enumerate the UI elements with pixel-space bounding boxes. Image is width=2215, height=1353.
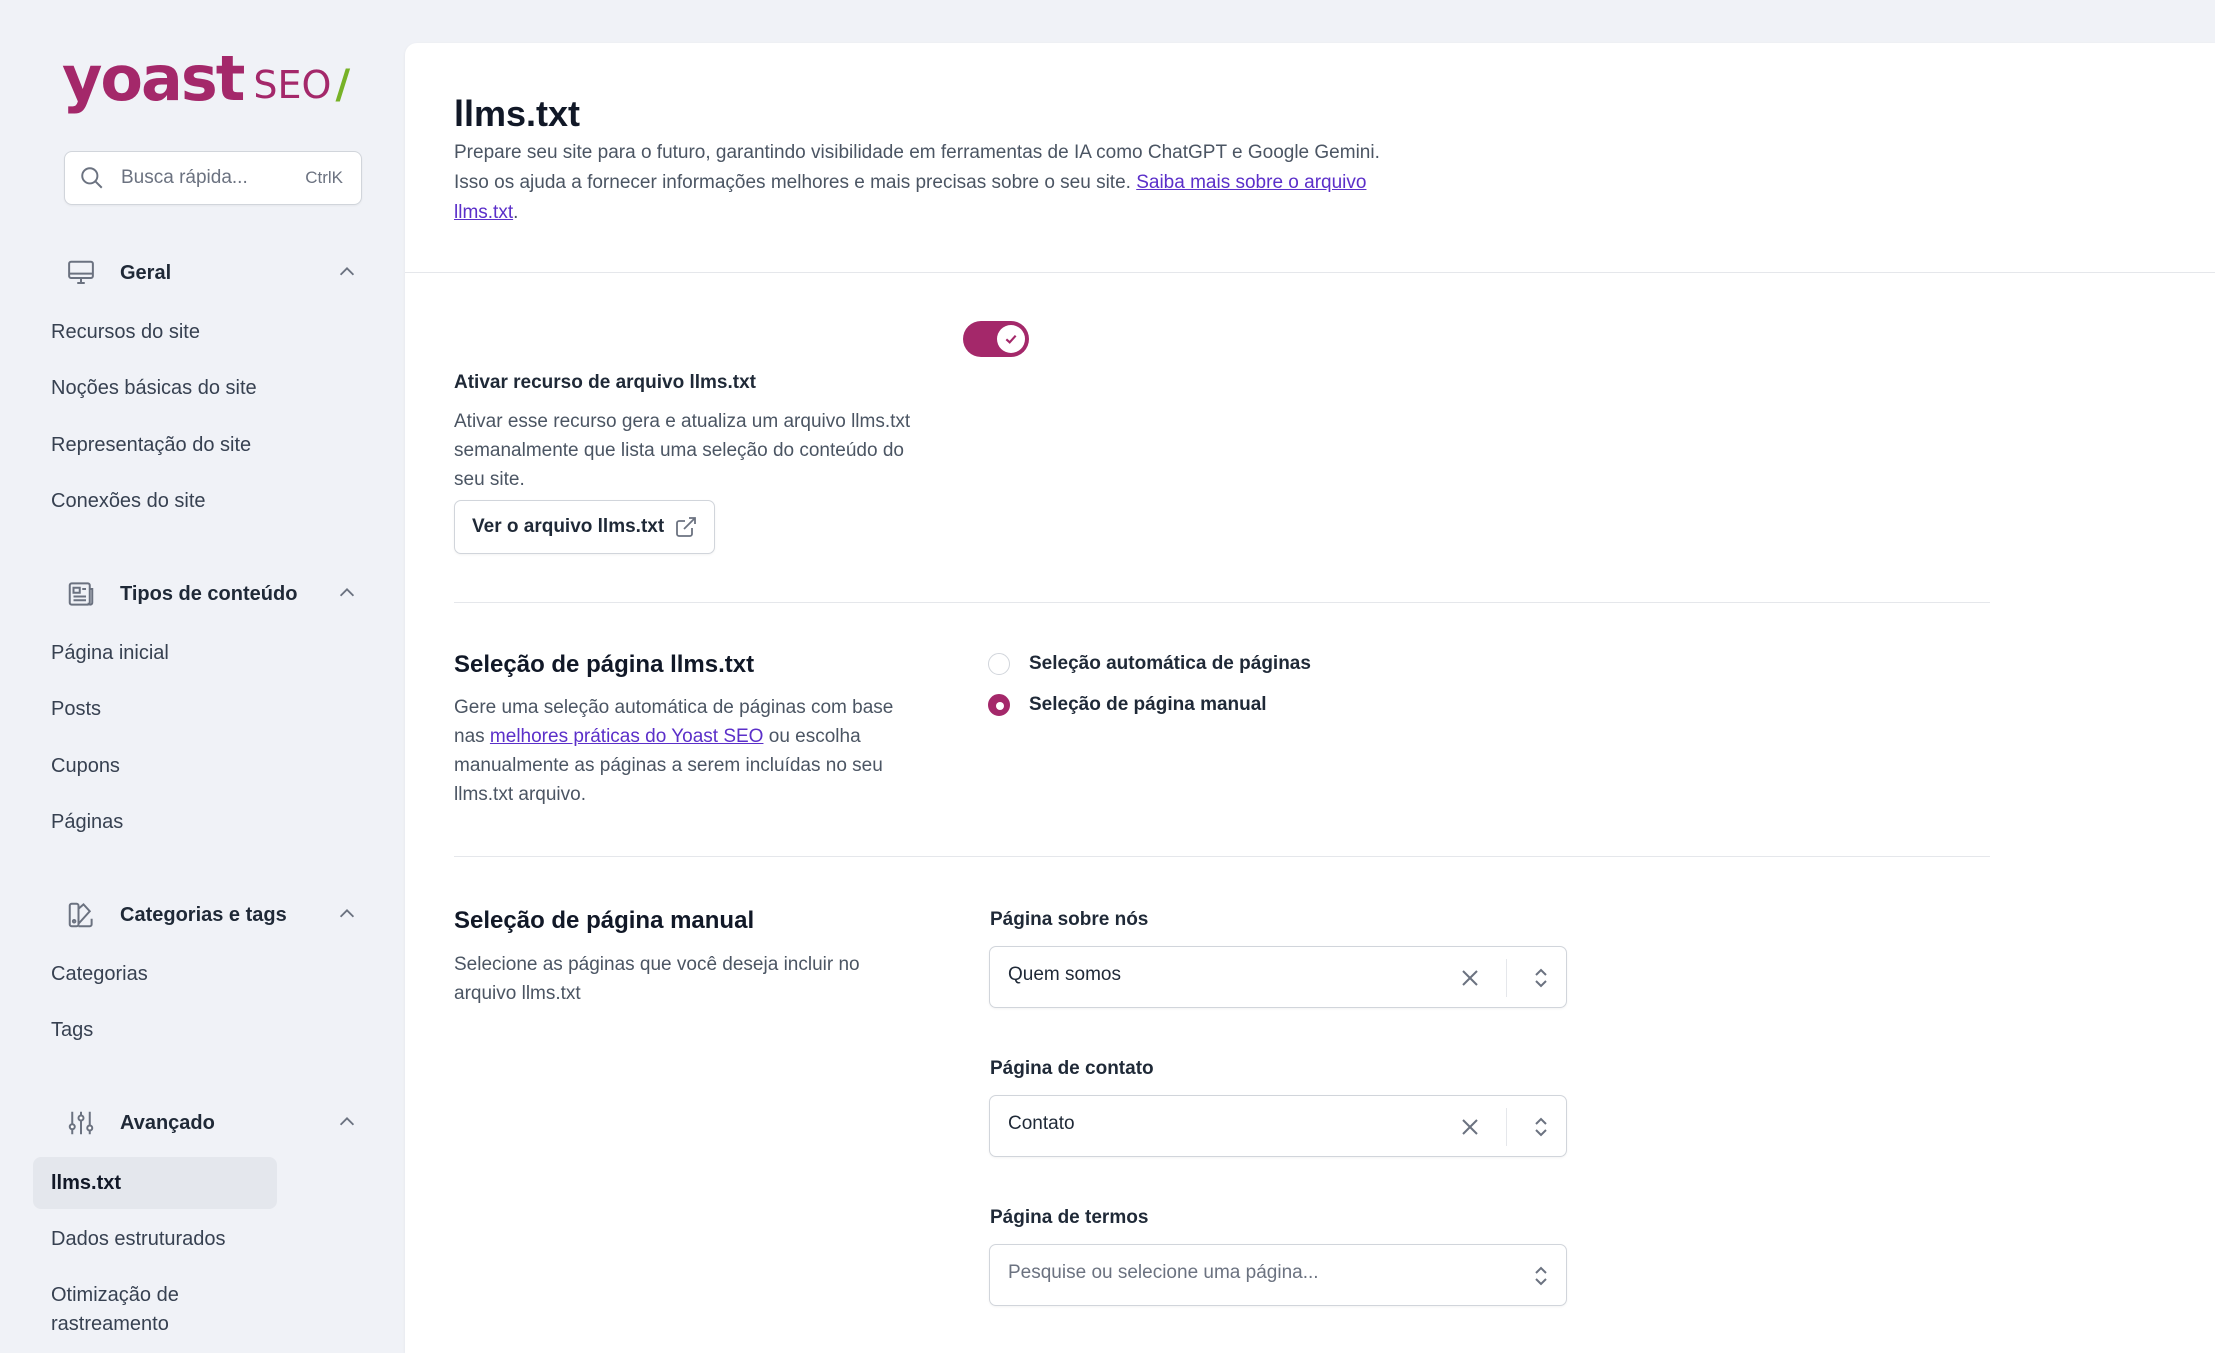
sidebar-item-paginas[interactable]: Páginas	[51, 808, 123, 837]
chevron-up-icon	[339, 588, 355, 597]
terms-page-label: Página de termos	[990, 1207, 1149, 1228]
terms-page-select[interactable]: Pesquise ou selecione uma página...	[989, 1244, 1567, 1306]
select-value: Quem somos	[1008, 964, 1121, 985]
llms-feature-toggle[interactable]	[963, 321, 1029, 357]
chevron-up-icon	[339, 909, 355, 918]
manual-selection-description: Selecione as páginas que você deseja inc…	[454, 954, 860, 1004]
clear-icon[interactable]	[1458, 966, 1482, 990]
nav-group-geral: Geral	[64, 253, 374, 293]
select-placeholder: Pesquise ou selecione uma página...	[1008, 1262, 1319, 1283]
nav-group-toggle-tipos[interactable]: Tipos de conteúdo	[64, 574, 374, 614]
tag-swatch-icon	[64, 898, 98, 932]
page-description-line1: Prepare seu site para o futuro, garantin…	[454, 142, 1380, 163]
nav-group-toggle-geral[interactable]: Geral	[64, 253, 374, 293]
sidebar-item-llms-txt[interactable]: llms.txt	[33, 1157, 277, 1209]
sidebar-item-nocoes-basicas[interactable]: Noções básicas do site	[51, 374, 257, 403]
search-placeholder: Busca rápida...	[121, 167, 248, 188]
yoast-seo-logo[interactable]: yoast SEO /	[62, 38, 350, 110]
radio-label: Seleção automática de páginas	[1029, 653, 1311, 674]
nav-group-categorias-e-tags: Categorias e tags	[64, 895, 374, 935]
feature-toggle-label: Ativar recurso de arquivo llms.txt	[454, 372, 756, 393]
check-icon	[1005, 334, 1017, 344]
page-selection-title: Seleção de página llms.txt	[454, 651, 755, 678]
about-page-label: Página sobre nós	[990, 909, 1149, 930]
nav-group-toggle-avancado[interactable]: Avançado	[64, 1103, 374, 1143]
section-divider	[454, 602, 1990, 603]
sidebar-item-tags[interactable]: Tags	[51, 1016, 93, 1045]
chevron-up-icon	[339, 1117, 355, 1126]
sidebar-item-pagina-inicial[interactable]: Página inicial	[51, 639, 169, 668]
sidebar-item-categorias[interactable]: Categorias	[51, 960, 148, 989]
sidebar-item-conexoes[interactable]: Conexões do site	[51, 487, 206, 516]
page-description: Prepare seu site para o futuro, garantin…	[454, 138, 1414, 228]
select-value: Contato	[1008, 1113, 1075, 1134]
nav-group-toggle-categorias[interactable]: Categorias e tags	[64, 895, 374, 935]
radio-label: Seleção de página manual	[1029, 694, 1267, 715]
view-llms-file-button[interactable]: Ver o arquivo llms.txt	[454, 500, 716, 554]
period: .	[513, 202, 519, 223]
manual-selection-title: Seleção de página manual	[454, 907, 755, 934]
chevron-up-icon	[339, 267, 355, 276]
select-separator	[1506, 1108, 1507, 1146]
external-link-icon	[676, 517, 697, 537]
about-page-select[interactable]: Quem somos	[989, 946, 1567, 1008]
sliders-icon	[64, 1106, 98, 1140]
best-practices-link[interactable]: melhores práticas do Yoast SEO	[490, 726, 764, 747]
sidebar-item-representacao[interactable]: Representação do site	[51, 431, 251, 460]
radio-manual-selection[interactable]: Seleção de página manual	[988, 694, 1267, 716]
sidebar-item-cupons[interactable]: Cupons	[51, 752, 120, 781]
quick-search-input[interactable]: Busca rápida... CtrlK	[64, 151, 362, 205]
chevron-up-down-icon[interactable]	[1530, 966, 1552, 990]
select-separator	[1506, 959, 1507, 997]
logo-product: SEO	[253, 63, 332, 107]
settings-card: llms.txt Prepare seu site para o futuro,…	[405, 43, 2215, 1353]
contact-page-select[interactable]: Contato	[989, 1095, 1567, 1157]
header-divider	[405, 272, 2215, 273]
desktop-icon	[64, 256, 98, 290]
radio-button-checked[interactable]	[988, 694, 1010, 716]
newspaper-icon	[64, 577, 98, 611]
clear-icon[interactable]	[1458, 1115, 1482, 1139]
page-selection-description: Gere uma seleção automática de páginas c…	[454, 693, 919, 809]
sidebar: yoast SEO / Busca rápida... CtrlK Geral …	[0, 0, 405, 1353]
sidebar-item-dados-estruturados[interactable]: Dados estruturados	[51, 1225, 226, 1254]
nav-group-avancado: Avançado	[64, 1103, 374, 1143]
search-shortcut: CtrlK	[305, 168, 343, 187]
feature-toggle-description: Ativar esse recurso gera e atualiza um a…	[454, 411, 911, 490]
nav-group-label: Categorias e tags	[120, 903, 287, 926]
nav-group-label: Avançado	[120, 1111, 215, 1134]
radio-button[interactable]	[988, 653, 1010, 675]
sidebar-item-otimizacao-rastreamento[interactable]: Otimização de rastreamento	[51, 1281, 221, 1339]
page-description-line2: Isso os ajuda a fornecer informações mel…	[454, 172, 1131, 193]
view-llms-file-label: Ver o arquivo llms.txt	[472, 516, 665, 537]
radio-auto-selection[interactable]: Seleção automática de páginas	[988, 653, 1311, 675]
search-icon	[81, 167, 103, 189]
contact-page-label: Página de contato	[990, 1058, 1154, 1079]
toggle-knob	[997, 325, 1025, 353]
logo-wordmark: yoast	[62, 42, 245, 115]
nav-group-label: Geral	[120, 261, 172, 284]
logo-slash: /	[335, 62, 351, 108]
chevron-up-down-icon[interactable]	[1530, 1264, 1552, 1288]
chevron-up-down-icon[interactable]	[1530, 1115, 1552, 1139]
sidebar-item-recursos-do-site[interactable]: Recursos do site	[51, 318, 200, 347]
section-divider	[454, 856, 1990, 857]
nav-group-label: Tipos de conteúdo	[120, 582, 298, 605]
page-title: llms.txt	[454, 93, 581, 134]
nav-group-tipos-de-conteudo: Tipos de conteúdo	[64, 574, 374, 614]
sidebar-item-posts[interactable]: Posts	[51, 695, 101, 724]
